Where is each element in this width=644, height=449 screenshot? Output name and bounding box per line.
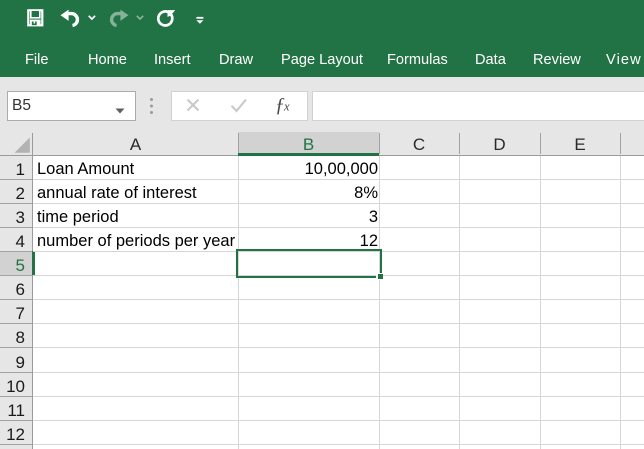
- svg-text:x: x: [283, 100, 290, 114]
